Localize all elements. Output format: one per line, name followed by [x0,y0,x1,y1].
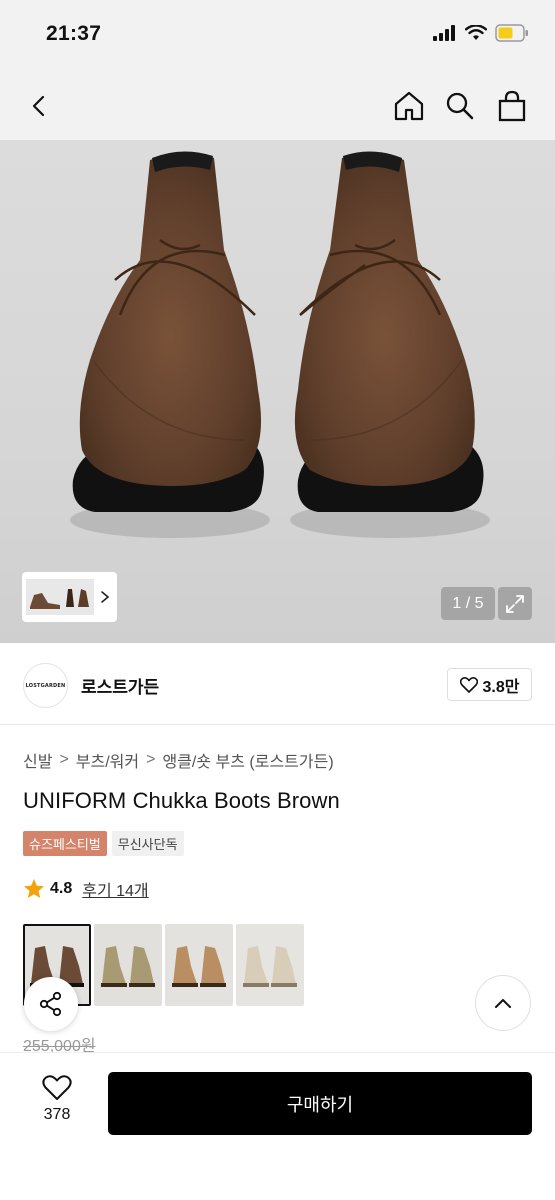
brand-like-count: 3.8만 [482,678,520,696]
shopping-bag-icon [498,90,526,122]
cellular-signal-icon [433,25,455,41]
brand-like-button[interactable]: 3.8만 [447,668,532,701]
search-button[interactable] [440,86,480,126]
brand-row: LOSTGARDEN 로스트가든 3.8만 [0,643,555,725]
image-counter: 1 / 5 [441,587,495,620]
top-nav-bar [0,70,555,140]
tag-musinsa-exclusive: 무신사단독 [111,831,184,856]
breadcrumb-separator-icon: > [59,751,69,768]
search-icon [446,92,474,120]
bottom-action-bar: 378 구매하기 [0,1052,555,1200]
status-time: 21:37 [46,22,102,45]
back-button[interactable] [20,86,60,126]
boot-thumbnails [26,579,94,615]
right-boot [294,151,484,512]
breadcrumb: 신발 > 부츠/워커 > 앵클/숏 부츠 (로스트가든) [23,748,334,772]
battery-icon [495,24,528,42]
breadcrumb-item-ankle-boots[interactable]: 앵클/숏 부츠 (로스트가든) [162,748,333,772]
chevron-up-icon [495,999,511,1008]
brand-logo[interactable]: LOSTGARDEN [23,663,68,708]
rating-row: 4.8 후기 14개 [23,877,149,901]
rating-value: 4.8 [50,880,73,897]
home-button[interactable] [389,86,429,126]
variant-boot-image [172,946,226,987]
chukka-boots-image [70,151,490,538]
home-icon [394,91,424,121]
status-bar: 21:37 [0,0,555,70]
variant-boot-image [243,946,297,987]
cart-button[interactable] [492,86,532,126]
reviews-link[interactable]: 후기 14개 [82,877,148,901]
wishlist-button[interactable]: 378 [32,1075,82,1124]
brand-logo-text: LOSTGARDEN [25,682,66,689]
variant-boot-image [101,946,155,987]
product-tags: 슈즈페스티벌 무신사단독 [23,831,184,856]
product-image-carousel[interactable]: 1 / 5 [0,140,555,643]
brand-name[interactable]: 로스트가든 [81,673,159,698]
share-button[interactable] [24,977,78,1031]
variant-khaki[interactable] [94,924,162,1006]
breadcrumb-item-shoes[interactable]: 신발 [23,748,52,772]
chevron-right-icon [101,591,110,603]
buy-button[interactable]: 구매하기 [108,1072,532,1135]
chevron-left-icon [32,95,45,117]
star-icon [24,879,44,898]
breadcrumb-separator-icon: > [146,751,156,768]
product-title: UNIFORM Chukka Boots Brown [23,788,340,813]
left-boot [72,151,264,512]
image-thumbnail-strip[interactable] [22,572,117,622]
status-icons [433,24,529,42]
variant-beige[interactable] [236,924,304,1006]
wifi-icon [465,25,487,40]
expand-image-button[interactable] [498,587,532,620]
wishlist-count: 378 [43,1106,71,1123]
variant-tan[interactable] [165,924,233,1006]
breadcrumb-item-boots[interactable]: 부츠/워커 [76,748,139,772]
tag-shoes-festival: 슈즈페스티벌 [23,831,107,856]
heart-icon [42,1075,72,1100]
scroll-to-top-button[interactable] [475,975,531,1031]
heart-icon [459,676,478,693]
expand-icon [506,594,524,613]
share-icon [39,991,62,1017]
